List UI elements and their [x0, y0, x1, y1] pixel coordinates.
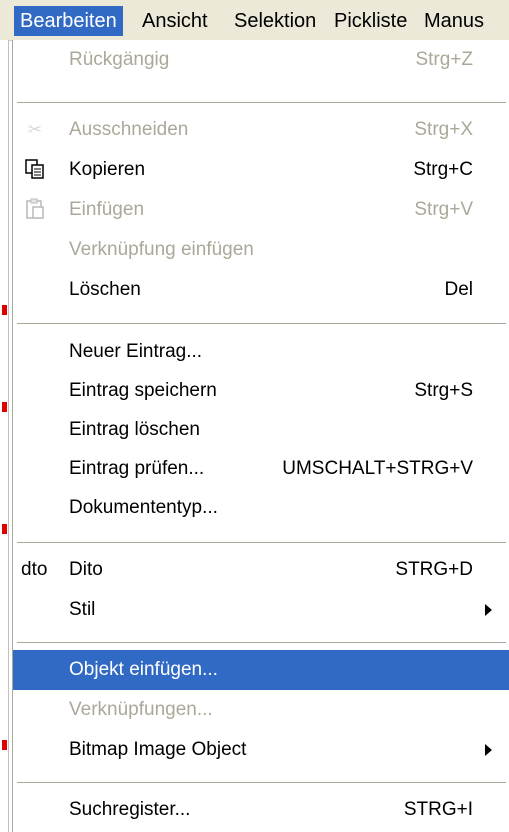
menu-item-verknuepfungen[interactable]: Verknüpfungen...	[13, 690, 509, 730]
menu-item-suchregister[interactable]: Suchregister... STRG+I	[13, 790, 509, 830]
background-red-mark	[2, 740, 7, 750]
menu-item-shortcut: Strg+V	[414, 199, 473, 220]
menu-separator	[17, 782, 506, 784]
scissors-icon: ✂	[27, 120, 43, 139]
background-red-mark	[2, 402, 7, 412]
menu-item-label: Stil	[69, 599, 96, 620]
menu-item-eintrag-loeschen[interactable]: Eintrag löschen	[13, 410, 509, 450]
menu-item-label: Ausschneiden	[69, 119, 189, 140]
menu-item-eintrag-speichern[interactable]: Eintrag speichern Strg+S	[13, 371, 509, 411]
menu-separator	[17, 323, 506, 325]
menu-separator	[17, 102, 506, 104]
menu-item-shortcut: Strg+S	[414, 380, 473, 401]
menu-item-label: Kopieren	[69, 159, 146, 180]
menu-item-label: Löschen	[69, 279, 141, 300]
copy-icon	[23, 158, 47, 182]
menu-item-shortcut: UMSCHALT+STRG+V	[282, 458, 473, 479]
menu-item-shortcut: Del	[444, 279, 473, 300]
menu-item-label: Neuer Eintrag...	[69, 341, 203, 362]
menu-item-einfuegen[interactable]: Einfügen Strg+V	[13, 190, 509, 230]
menu-item-bitmap-image-object[interactable]: Bitmap Image Object	[13, 730, 509, 770]
menu-item-label: Rückgängig	[69, 49, 170, 70]
menu-item-label: Einfügen	[69, 199, 145, 220]
menu-item-label: Eintrag prüfen...	[69, 458, 205, 479]
background-red-mark	[2, 524, 7, 534]
menu-item-dokumententyp[interactable]: Dokumententyp...	[13, 488, 509, 528]
menu-bearbeiten[interactable]: Bearbeiten	[14, 6, 123, 36]
menu-item-label: Verknüpfungen...	[69, 699, 213, 720]
menu-item-label: Dokumententyp...	[69, 497, 218, 518]
menu-manus[interactable]: Manus	[418, 6, 490, 36]
menu-item-label: Eintrag speichern	[69, 380, 217, 401]
menu-item-shortcut: Strg+X	[414, 119, 473, 140]
submenu-arrow-icon	[485, 744, 492, 756]
menu-item-objekt-einfuegen[interactable]: Objekt einfügen...	[13, 650, 509, 690]
menu-item-neuer-eintrag[interactable]: Neuer Eintrag...	[13, 332, 509, 372]
menu-separator	[17, 542, 506, 544]
background-window-edge	[0, 40, 9, 832]
menu-item-loeschen[interactable]: Löschen Del	[13, 270, 509, 310]
menu-item-label: Verknüpfung einfügen	[69, 239, 254, 260]
edit-dropdown-menu: Rückgängig Strg+Z ✂ Ausschneiden Strg+X …	[12, 40, 509, 832]
background-red-mark	[2, 305, 7, 315]
menu-item-label: Objekt einfügen...	[69, 659, 218, 680]
menu-separator	[17, 642, 506, 644]
menu-item-eintrag-pruefen[interactable]: Eintrag prüfen... UMSCHALT+STRG+V	[13, 449, 509, 489]
menu-selektion[interactable]: Selektion	[228, 6, 322, 36]
menu-item-label: Eintrag löschen	[69, 419, 200, 440]
menu-item-label: Bitmap Image Object	[69, 739, 247, 760]
menu-item-dito[interactable]: dto Dito STRG+D	[13, 550, 509, 590]
menu-item-shortcut: Strg+Z	[415, 49, 473, 70]
menu-pickliste[interactable]: Pickliste	[328, 6, 413, 36]
dito-prefix: dto	[21, 559, 48, 580]
paste-icon	[23, 198, 47, 222]
menu-item-verknuepfung-einfuegen[interactable]: Verknüpfung einfügen	[13, 230, 509, 270]
menu-item-stil[interactable]: Stil	[13, 590, 509, 630]
menu-item-ausschneiden[interactable]: ✂ Ausschneiden Strg+X	[13, 110, 509, 150]
menu-ansicht[interactable]: Ansicht	[136, 6, 214, 36]
menu-item-kopieren[interactable]: Kopieren Strg+C	[13, 150, 509, 190]
menu-item-shortcut: STRG+I	[403, 799, 473, 820]
menu-item-shortcut: STRG+D	[395, 559, 473, 580]
submenu-arrow-icon	[485, 604, 492, 616]
menu-item-label: Suchregister...	[69, 799, 191, 820]
menu-item-label: Dito	[69, 559, 103, 580]
menu-item-rueckgaengig[interactable]: Rückgängig Strg+Z	[13, 40, 509, 80]
menu-item-shortcut: Strg+C	[413, 159, 473, 180]
menu-bar: Bearbeiten Ansicht Selektion Pickliste M…	[0, 0, 509, 41]
